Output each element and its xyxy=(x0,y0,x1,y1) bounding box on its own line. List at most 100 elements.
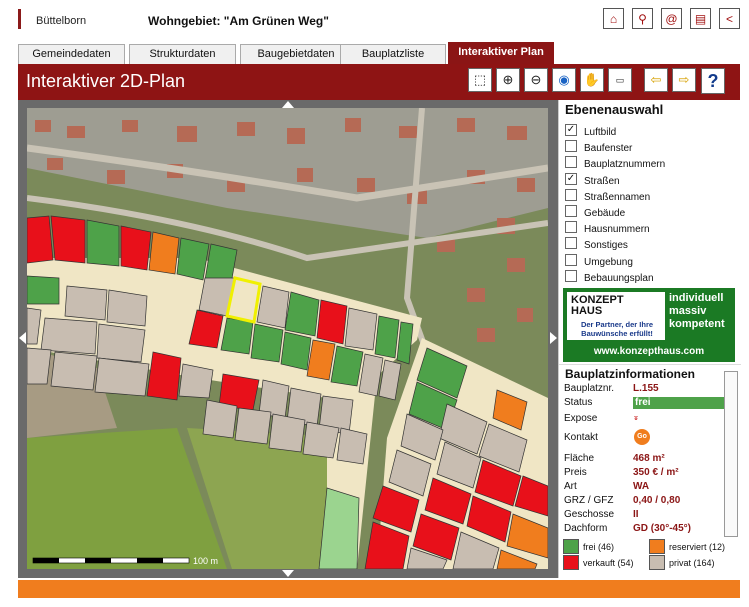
company-url[interactable]: www.konzepthaus.com xyxy=(563,346,735,357)
print-icon[interactable]: ▤ xyxy=(690,8,711,29)
building-plot[interactable] xyxy=(27,347,52,385)
building-plot[interactable] xyxy=(27,275,60,305)
pan-hand-icon[interactable]: ✋ xyxy=(580,68,604,92)
building-plot[interactable] xyxy=(256,285,290,329)
layer-label: Bauplatznummern xyxy=(584,159,666,171)
plot-area: 468 m² xyxy=(633,453,665,464)
building-plot[interactable] xyxy=(302,421,340,459)
info-key: Art xyxy=(564,481,577,492)
building-plot[interactable] xyxy=(250,323,284,363)
building-plot[interactable] xyxy=(64,285,108,321)
layer-label: Straßen xyxy=(584,175,620,187)
info-scrollbar[interactable] xyxy=(724,371,738,537)
layer-checkbox[interactable] xyxy=(565,156,577,169)
pan-down-icon[interactable] xyxy=(282,570,294,578)
building-plot[interactable] xyxy=(268,413,306,453)
area-title: Wohngebiet: "Am Grünen Weg" xyxy=(148,14,329,28)
building-plot[interactable] xyxy=(178,363,214,399)
legend-label: reserviert (12) xyxy=(669,542,726,552)
layer-checkbox[interactable]: ✓ xyxy=(565,124,577,136)
layer-label: Baufenster xyxy=(584,143,633,155)
tab-bauplatzliste[interactable]: Bauplatzliste xyxy=(340,44,446,64)
building-plot[interactable] xyxy=(374,315,400,359)
brand-mark xyxy=(18,9,21,29)
building-plot[interactable] xyxy=(148,231,180,275)
plot-roof: GD (30°-45°) xyxy=(633,523,692,534)
building-plot[interactable] xyxy=(202,399,238,439)
building-plot[interactable] xyxy=(234,407,272,445)
layer-checkbox[interactable] xyxy=(565,253,577,266)
building-plot[interactable] xyxy=(40,317,98,355)
building-plot[interactable] xyxy=(220,317,254,355)
zoom-in-icon[interactable]: ⊕ xyxy=(496,68,520,92)
building-plot[interactable] xyxy=(280,331,312,371)
layer-label: Luftbild xyxy=(584,127,617,138)
info-key: Fläche xyxy=(564,453,595,464)
home-icon[interactable]: ⌂ xyxy=(603,8,624,29)
building-plot[interactable] xyxy=(120,225,152,271)
layer-checkbox[interactable] xyxy=(565,269,577,282)
top-bar: Büttelborn Wohngebiet: "Am Grünen Weg" ⌂… xyxy=(18,0,740,36)
building-plot[interactable] xyxy=(284,291,320,337)
building-plot[interactable] xyxy=(27,215,54,264)
layer-checkbox[interactable] xyxy=(565,221,577,234)
layer-checkbox[interactable] xyxy=(565,188,577,201)
building-plot[interactable] xyxy=(316,299,348,345)
tab-gemeindedaten[interactable]: Gemeindedaten xyxy=(18,44,125,64)
town-name: Büttelborn xyxy=(36,15,87,27)
plot-info-title: Bauplatzinformationen xyxy=(565,367,696,381)
next-icon[interactable]: ⇨ xyxy=(672,68,696,92)
info-key: Kontakt xyxy=(564,432,598,443)
layer-checkbox[interactable] xyxy=(565,140,577,153)
layers-title: Ebenenauswahl xyxy=(565,102,664,117)
layer-label: Sonstiges xyxy=(584,240,628,252)
zoom-out-icon[interactable]: ⊖ xyxy=(524,68,548,92)
page-title: Interaktiver 2D-Plan xyxy=(26,71,186,91)
claim-line: kompetent xyxy=(669,318,725,330)
layer-label: Straßennamen xyxy=(584,191,651,203)
building-plot[interactable] xyxy=(50,351,98,391)
pan-right-icon[interactable] xyxy=(550,332,558,344)
previous-icon[interactable]: ⇦ xyxy=(644,68,668,92)
layer-label: Hausnummern xyxy=(584,224,650,236)
building-plot[interactable] xyxy=(106,289,148,327)
building-plot[interactable] xyxy=(336,427,368,465)
tab-strukturdaten[interactable]: Strukturdaten xyxy=(129,44,236,64)
help-button[interactable]: ? xyxy=(701,68,725,94)
search-icon[interactable]: ⚲ xyxy=(632,8,653,29)
advertisement-banner[interactable]: KONZEPT HAUS Der Partner, der Ihre Bauwün… xyxy=(563,288,735,362)
layer-label: Gebäude xyxy=(584,208,626,219)
aerial-plan-map[interactable]: 100 m xyxy=(27,108,548,569)
globe-icon[interactable]: ◉ xyxy=(552,68,576,92)
map-frame[interactable]: 100 m xyxy=(18,100,558,578)
building-plot[interactable] xyxy=(50,215,86,264)
legend-label: frei (46) xyxy=(583,542,615,552)
building-plot[interactable] xyxy=(330,345,364,387)
building-plot[interactable] xyxy=(94,357,150,397)
building-plot[interactable] xyxy=(176,237,210,281)
building-plot[interactable] xyxy=(146,351,182,401)
contact-go-icon[interactable]: Go xyxy=(634,429,650,445)
building-plot[interactable] xyxy=(344,307,378,351)
layer-checkbox[interactable]: ✓ xyxy=(565,172,577,185)
pan-left-icon[interactable] xyxy=(18,332,26,344)
tab-baugebietdaten[interactable]: Baugebietdaten xyxy=(240,44,352,64)
layer-checkbox[interactable] xyxy=(565,205,577,217)
back-icon[interactable]: < xyxy=(719,8,740,29)
building-plot[interactable] xyxy=(86,219,120,267)
email-icon[interactable]: @ xyxy=(661,8,682,29)
footer-bar xyxy=(18,580,740,598)
plot-price: 350 € / m² xyxy=(633,467,679,478)
measure-icon[interactable]: ▭ xyxy=(608,68,632,92)
building-plot[interactable] xyxy=(96,323,146,363)
zoom-box-icon[interactable]: ⬚ xyxy=(468,68,492,92)
info-row-flaeche: Fläche 468 m² xyxy=(564,453,724,467)
tab-interaktiver-plan[interactable]: Interaktiver Plan xyxy=(448,42,554,64)
plan-header: Interaktiver 2D-Plan ⬚ ⊕ ⊖ ◉ ✋ ▭ ⇦ ⇨ ? xyxy=(18,64,740,100)
pan-up-icon[interactable] xyxy=(282,100,294,108)
info-row-grz: GRZ / GFZ 0,40 / 0,80 xyxy=(564,495,724,509)
info-key: Geschosse xyxy=(564,509,615,520)
layer-checkbox[interactable] xyxy=(565,237,577,250)
pdf-icon[interactable]: ⍤ xyxy=(633,413,639,424)
claim-line: massiv xyxy=(669,305,707,317)
